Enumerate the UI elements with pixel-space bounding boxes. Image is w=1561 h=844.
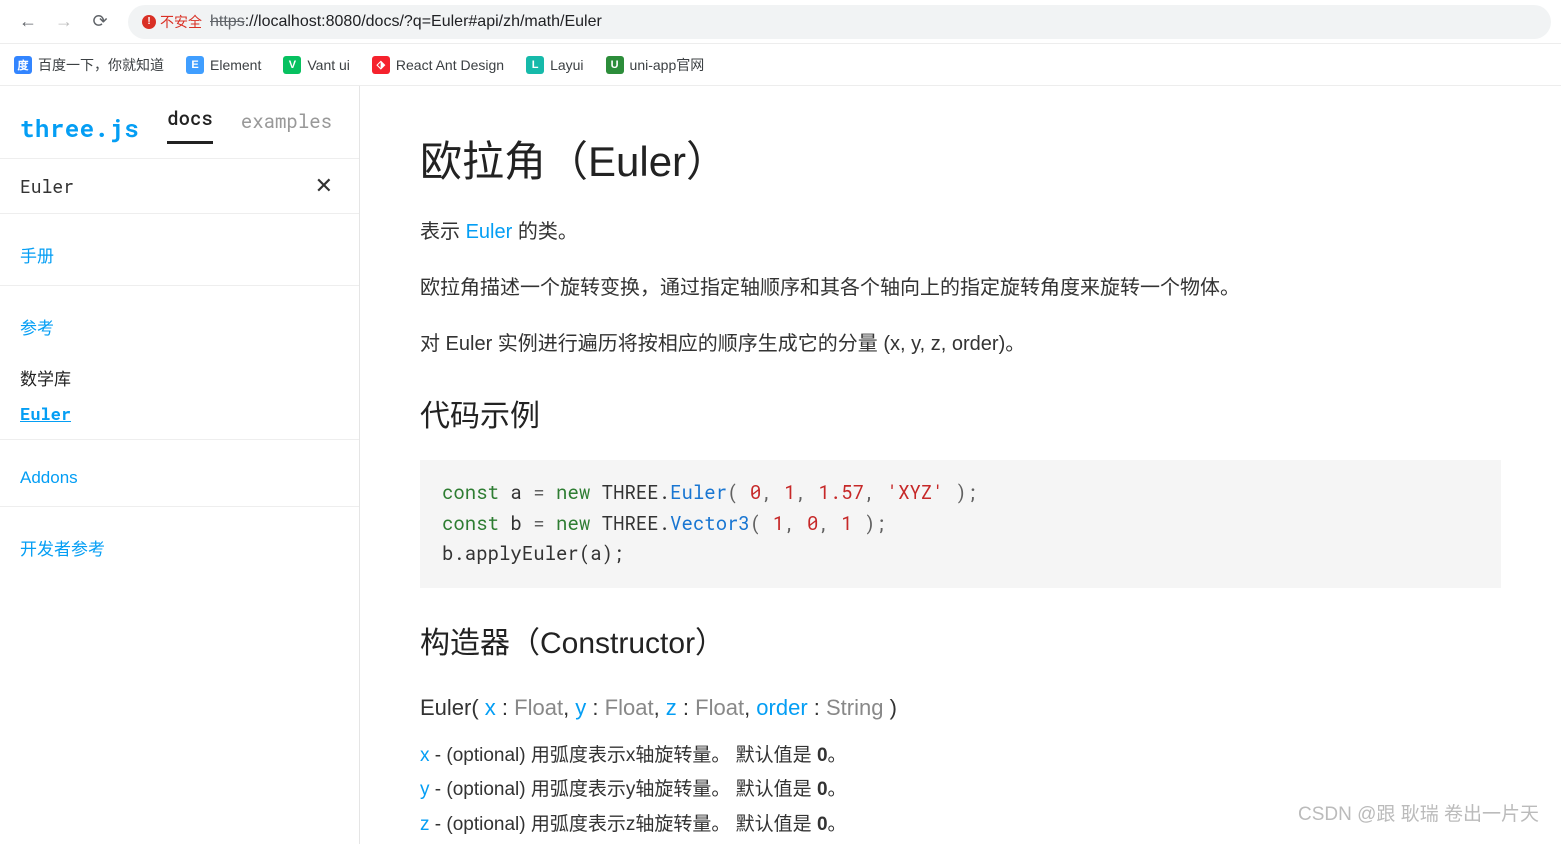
bookmark-item[interactable]: Uuni-app官网	[606, 55, 705, 75]
bookmark-label: React Ant Design	[396, 57, 504, 73]
divider	[0, 285, 359, 286]
divider	[0, 439, 359, 440]
nav-item-euler[interactable]: Euler	[0, 398, 359, 429]
security-badge: ! 不安全	[142, 12, 202, 32]
page: three.js docs examples ✕ 手册 参考 数学库 Euler…	[0, 86, 1561, 844]
nav-dev-reference[interactable]: 开发者参考	[0, 517, 359, 568]
heading-constructor: 构造器（Constructor）	[420, 618, 1501, 669]
paragraph: 对 Euler 实例进行遍历将按相应的顺序生成它的分量 (x, y, z, or…	[420, 327, 1501, 361]
bookmark-item[interactable]: V Vant ui	[283, 56, 350, 74]
bookmark-favicon: U	[606, 56, 624, 74]
param-line: z - (optional) 用弧度表示z轴旋转量。 默认值是 0。	[420, 809, 1501, 841]
bookmark-favicon: E	[186, 56, 204, 74]
nav-math-lib: 数学库	[0, 347, 359, 398]
bookmark-label: uni-app官网	[630, 55, 705, 75]
url-text: https://localhost:8080/docs/?q=Euler#api…	[210, 13, 602, 31]
security-label: 不安全	[160, 12, 202, 32]
intro: 表示 Euler 的类。	[420, 215, 1501, 249]
nav-list: 手册 参考 数学库 Euler Addons 开发者参考	[0, 214, 359, 844]
page-title: 欧拉角（Euler）	[420, 126, 1501, 197]
heading-code-example: 代码示例	[420, 391, 1501, 442]
bookmark-favicon: 度	[14, 56, 32, 74]
logo[interactable]: three.js	[20, 112, 139, 144]
bookmark-item[interactable]: 度百度一下，你就知道	[14, 55, 164, 75]
browser-toolbar: ← → ⟳ ! 不安全 https://localhost:8080/docs/…	[0, 0, 1561, 44]
tab-docs[interactable]: docs	[167, 106, 213, 144]
sidebar-header: three.js docs examples	[0, 86, 359, 144]
search-row: ✕	[0, 158, 359, 214]
clear-search-icon[interactable]: ✕	[309, 173, 339, 199]
warning-icon: !	[142, 15, 156, 29]
tab-examples[interactable]: examples	[241, 109, 332, 144]
bookmark-label: Element	[210, 57, 261, 73]
bookmark-favicon: ⬗	[372, 56, 390, 74]
bookmark-label: Vant ui	[307, 57, 350, 73]
bookmark-item[interactable]: E Element	[186, 56, 261, 74]
search-input[interactable]	[20, 174, 309, 198]
address-bar[interactable]: ! 不安全 https://localhost:8080/docs/?q=Eul…	[128, 5, 1551, 39]
divider	[0, 506, 359, 507]
constructor-signature: Euler( x : Float, y : Float, z : Float, …	[420, 689, 1501, 726]
nav-addons[interactable]: Addons	[0, 450, 359, 496]
nav-manual[interactable]: 手册	[0, 224, 359, 275]
param-line: y - (optional) 用弧度表示y轴旋转量。 默认值是 0。	[420, 774, 1501, 806]
code-block: const a = new THREE.Euler( 0, 1, 1.57, '…	[420, 460, 1501, 587]
bookmark-item[interactable]: L Layui	[526, 56, 583, 74]
back-button[interactable]: ←	[10, 4, 46, 40]
bookmark-label: Layui	[550, 57, 583, 73]
bookmarks-bar: 度百度一下，你就知道 E Element V Vant ui ⬗ React Ant Des…	[0, 44, 1561, 86]
content: 欧拉角（Euler） 表示 Euler 的类。 欧拉角描述一个旋转变换，通过指定…	[360, 86, 1561, 844]
forward-button[interactable]: →	[46, 4, 82, 40]
paragraph: 欧拉角描述一个旋转变换，通过指定轴顺序和其各个轴向上的指定旋转角度来旋转一个物体…	[420, 271, 1501, 305]
reload-button[interactable]: ⟳	[82, 4, 118, 40]
bookmark-label: 百度一下，你就知道	[38, 55, 164, 75]
constructor-params: x - (optional) 用弧度表示x轴旋转量。 默认值是 0。y - (o…	[420, 740, 1501, 841]
sidebar: three.js docs examples ✕ 手册 参考 数学库 Euler…	[0, 86, 360, 844]
bookmark-favicon: L	[526, 56, 544, 74]
bookmark-item[interactable]: ⬗ React Ant Design	[372, 56, 504, 74]
bookmark-favicon: V	[283, 56, 301, 74]
param-line: x - (optional) 用弧度表示x轴旋转量。 默认值是 0。	[420, 740, 1501, 772]
link-euler-wiki[interactable]: Euler	[466, 221, 513, 243]
nav-reference[interactable]: 参考	[0, 296, 359, 347]
